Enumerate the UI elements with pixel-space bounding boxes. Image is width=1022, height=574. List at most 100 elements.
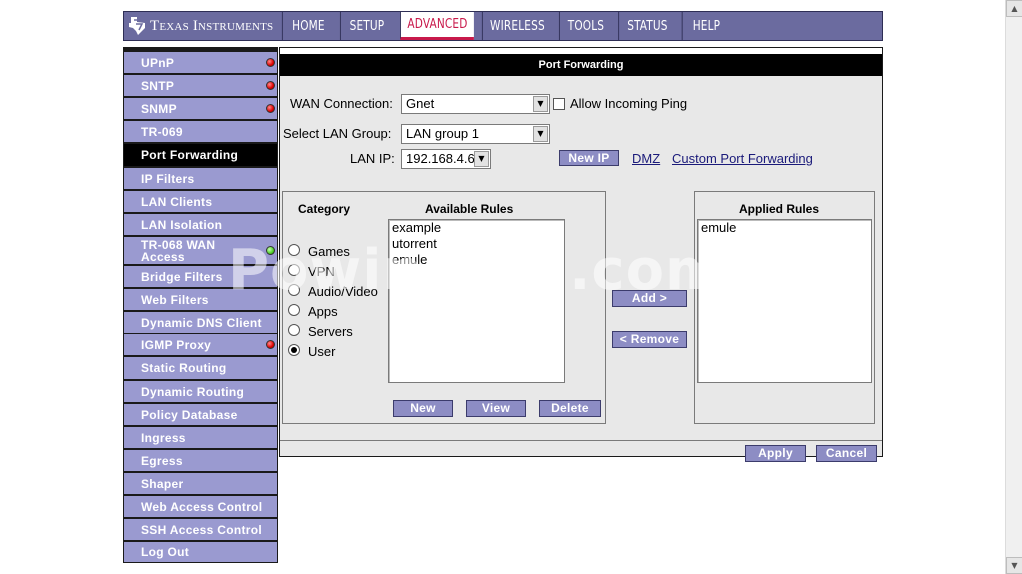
list-item[interactable]: example (389, 220, 564, 236)
wan-connection-select[interactable]: Gnet ▼ (401, 94, 550, 114)
category-apps-label: Apps (308, 304, 338, 319)
sidebar-item-label: Web Access Control (141, 499, 263, 514)
status-red-icon (266, 57, 275, 67)
lan-group-value: LAN group 1 (406, 126, 479, 141)
category-servers-label: Servers (308, 324, 353, 339)
sidebar-item-egress[interactable]: Egress (124, 450, 277, 471)
sidebar-item-label: SNMP (141, 101, 177, 116)
brand-logo[interactable]: Texas Instruments (124, 12, 278, 40)
applied-rules-list[interactable]: emule (697, 219, 872, 383)
list-item[interactable]: emule (698, 220, 871, 236)
scroll-up-arrow-icon[interactable]: ▲ (1006, 0, 1022, 17)
sidebar-item-ip-filters[interactable]: IP Filters (124, 168, 277, 189)
sidebar-item-tr068-wan-access[interactable]: TR-068 WAN Access (124, 237, 277, 264)
sidebar-item-dynamic-routing[interactable]: Dynamic Routing (124, 381, 277, 402)
category-vpn-radio[interactable] (288, 264, 300, 276)
status-red-icon (266, 80, 275, 90)
available-rules-list[interactable]: example utorrent emule (388, 219, 565, 383)
add-rule-button[interactable]: Add > (612, 290, 687, 307)
tab-home[interactable]: HOME (281, 12, 334, 40)
category-apps-radio[interactable] (288, 304, 300, 316)
scroll-down-arrow-icon[interactable]: ▼ (1006, 557, 1022, 574)
new-rule-button[interactable]: New (393, 400, 453, 417)
list-item[interactable]: emule (389, 252, 564, 268)
sidebar-item-shaper[interactable]: Shaper (124, 473, 277, 494)
sidebar-item-label: Log Out (141, 545, 190, 559)
sidebar-item-label: Dynamic DNS Client (141, 315, 262, 330)
category-audio-video-label: Audio/Video (308, 284, 378, 299)
sidebar-item-bridge-filters[interactable]: Bridge Filters (124, 266, 277, 287)
sidebar-item-web-filters[interactable]: Web Filters (124, 289, 277, 310)
category-user-radio[interactable] (288, 344, 300, 356)
tab-advanced[interactable]: ADVANCED (400, 12, 474, 40)
custom-port-forwarding-link[interactable]: Custom Port Forwarding (672, 151, 813, 166)
sidebar-item-policy-database[interactable]: Policy Database (124, 404, 277, 425)
tab-wireless[interactable]: WIRELESS (481, 12, 552, 40)
category-servers-radio[interactable] (288, 324, 300, 336)
sidebar-item-sntp[interactable]: SNTP (124, 75, 277, 96)
sidebar-item-label: IGMP Proxy (141, 337, 212, 352)
tab-help[interactable]: HELP (681, 12, 731, 40)
sidebar-item-label: TR-068 WAN Access (141, 237, 216, 264)
port-forwarding-panel: Port Forwarding WAN Connection: Gnet ▼ A… (279, 47, 883, 462)
sidebar-item-dynamic-dns-client[interactable]: Dynamic DNS Client (124, 312, 277, 333)
category-games-radio[interactable] (288, 244, 300, 256)
sidebar-item-port-forwarding[interactable]: Port Forwarding (124, 144, 277, 166)
sidebar-item-label: Dynamic Routing (141, 384, 245, 399)
category-games-label: Games (308, 244, 350, 259)
new-ip-button[interactable]: New IP (559, 150, 619, 166)
brand-name: Texas Instruments (150, 17, 274, 34)
view-rule-button[interactable]: View (466, 400, 526, 417)
lan-group-select[interactable]: LAN group 1 ▼ (401, 124, 550, 144)
sidebar-item-label: IP Filters (141, 171, 195, 186)
delete-rule-button[interactable]: Delete (539, 400, 601, 417)
category-audio-video-radio[interactable] (288, 284, 300, 296)
chevron-down-icon[interactable]: ▼ (533, 126, 548, 142)
allow-ping-label: Allow Incoming Ping (570, 96, 688, 111)
chevron-down-icon[interactable]: ▼ (533, 96, 548, 112)
sidebar-menu: UPnP SNTP SNMP TR-069 Port Forwarding IP… (123, 47, 278, 563)
sidebar-item-label: UPnP (141, 55, 175, 70)
applied-rules-panel: Applied Rules emule (694, 191, 875, 424)
cancel-button[interactable]: Cancel (816, 445, 877, 462)
tab-tools[interactable]: TOOLS (558, 12, 612, 40)
sidebar-item-web-access-control[interactable]: Web Access Control (124, 496, 277, 517)
lan-ip-label: LAN IP: (350, 151, 395, 166)
page-title: Port Forwarding (280, 54, 882, 76)
sidebar-item-label: SNTP (141, 78, 175, 93)
sidebar-item-snmp[interactable]: SNMP (124, 98, 277, 119)
sidebar-item-log-out[interactable]: Log Out (124, 542, 277, 562)
sidebar-item-label: LAN Clients (141, 194, 213, 209)
applied-rules-title: Applied Rules (739, 202, 820, 216)
sidebar-item-label: Egress (141, 453, 183, 468)
tab-setup[interactable]: SETUP (339, 12, 393, 40)
status-red-icon (266, 103, 275, 113)
sidebar-item-tr069[interactable]: TR-069 (124, 121, 277, 142)
available-rules-title: Available Rules (425, 202, 514, 216)
chevron-down-icon[interactable]: ▼ (474, 151, 489, 167)
tab-status[interactable]: STATUS (618, 12, 676, 40)
category-user-label: User (308, 344, 336, 359)
nav-tabs: HOME SETUP ADVANCED WIRELESS TOOLS STATU… (279, 12, 733, 40)
remove-rule-button[interactable]: < Remove (612, 331, 687, 348)
allow-ping-checkbox[interactable] (553, 98, 565, 110)
dmz-link[interactable]: DMZ (632, 151, 660, 166)
sidebar-item-lan-isolation[interactable]: LAN Isolation (124, 214, 277, 235)
sidebar-item-lan-clients[interactable]: LAN Clients (124, 191, 277, 212)
list-item[interactable]: utorrent (389, 236, 564, 252)
sidebar-item-label: SSH Access Control (141, 522, 262, 537)
sidebar-item-label: Static Routing (141, 361, 227, 375)
sidebar-item-static-routing[interactable]: Static Routing (124, 357, 277, 379)
sidebar-item-igmp-proxy[interactable]: IGMP Proxy (124, 334, 277, 355)
status-red-icon (266, 339, 275, 349)
sidebar-item-ssh-access-control[interactable]: SSH Access Control (124, 519, 277, 540)
vertical-scrollbar[interactable]: ▲ ▼ (1005, 0, 1022, 574)
router-admin-frame: Texas Instruments HOME SETUP ADVANCED WI… (123, 11, 883, 563)
category-vpn-label: VPN (308, 264, 335, 279)
lan-ip-value: 192.168.4.6 (406, 151, 475, 166)
apply-button[interactable]: Apply (745, 445, 806, 462)
lan-ip-select[interactable]: 192.168.4.6 ▼ (401, 149, 491, 169)
wan-connection-value: Gnet (406, 96, 435, 111)
sidebar-item-ingress[interactable]: Ingress (124, 427, 277, 448)
sidebar-item-upnp[interactable]: UPnP (124, 52, 277, 73)
